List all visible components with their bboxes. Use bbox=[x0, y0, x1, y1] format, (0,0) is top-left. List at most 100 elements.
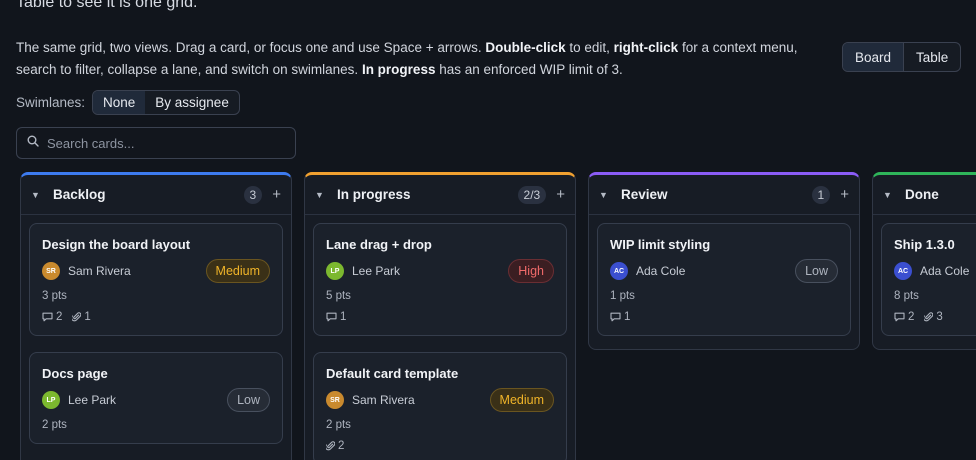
kanban-card[interactable]: Docs page LP Lee Park Low 2 pts bbox=[29, 352, 283, 444]
avatar: LP bbox=[42, 391, 60, 409]
attachment-icon bbox=[924, 312, 934, 322]
view-toggle: Board Table bbox=[842, 42, 962, 72]
avatar: AC bbox=[894, 262, 912, 280]
intro-text: to edit, bbox=[565, 40, 614, 55]
attachment-count: 3 bbox=[936, 311, 943, 323]
card-title: Design the board layout bbox=[42, 237, 191, 252]
lane-done[interactable]: ▼ Done Ship 1.3.0 AC Ada Cole 8 pts 2 3 bbox=[872, 172, 976, 350]
card-assignee-row: AC Ada Cole Low bbox=[610, 259, 838, 283]
card-points: 1 pts bbox=[610, 290, 635, 302]
lane-title: Backlog bbox=[53, 187, 106, 202]
card-assignee: Ada Cole bbox=[920, 264, 970, 278]
card-title: Default card template bbox=[326, 366, 459, 381]
search-box[interactable] bbox=[16, 127, 296, 159]
avatar: SR bbox=[42, 262, 60, 280]
card-points: 8 pts bbox=[894, 290, 919, 302]
kanban-card[interactable]: Default card template SR Sam Rivera Medium 2… bbox=[313, 352, 567, 460]
comment-count: 2 bbox=[908, 311, 915, 323]
collapse-chevron-icon[interactable]: ▼ bbox=[883, 190, 905, 200]
priority-badge: Low bbox=[227, 388, 270, 412]
lane-in-progress[interactable]: ▼ In progress 2/3 + Lane drag + drop LP Lee Pa… bbox=[304, 172, 576, 460]
comment-icon bbox=[894, 312, 905, 322]
card-assignee-row: SR Sam Rivera Medium bbox=[326, 388, 554, 412]
intro-text: The same grid, two views. Drag a card, o… bbox=[16, 40, 486, 55]
swimlanes-label: Swimlanes: bbox=[16, 95, 86, 110]
card-points: 3 pts bbox=[42, 290, 67, 302]
card-title: Docs page bbox=[42, 366, 108, 381]
lane-title: Review bbox=[621, 187, 668, 202]
attachment-icon bbox=[72, 312, 82, 322]
card-title: Ship 1.3.0 bbox=[894, 237, 955, 252]
comment-icon bbox=[42, 312, 53, 322]
swimlanes-by-assignee-button[interactable]: By assignee bbox=[145, 91, 239, 114]
priority-badge: High bbox=[508, 259, 554, 283]
priority-badge: Low bbox=[795, 259, 838, 283]
card-assignee: Sam Rivera bbox=[68, 264, 131, 278]
collapse-chevron-icon[interactable]: ▼ bbox=[315, 190, 337, 200]
intro-text: has an enforced WIP limit of 3. bbox=[435, 62, 623, 77]
lane-header: ▼ Backlog 3 + bbox=[21, 175, 291, 215]
card-title: Lane drag + drop bbox=[326, 237, 432, 252]
search-input[interactable] bbox=[47, 135, 277, 151]
kanban-card[interactable]: Lane drag + drop LP Lee Park High 5 pts 1 bbox=[313, 223, 567, 336]
lane-count-badge: 2/3 bbox=[517, 185, 547, 204]
comment-count: 2 bbox=[56, 311, 63, 323]
card-assignee-row: AC Ada Cole bbox=[894, 262, 976, 280]
swimlanes-toggle: None By assignee bbox=[92, 90, 240, 115]
comment-icon bbox=[610, 312, 621, 322]
card-assignee: Lee Park bbox=[68, 393, 117, 407]
card-assignee: Lee Park bbox=[352, 264, 401, 278]
lane-header: ▼ Review 1 + bbox=[589, 175, 859, 215]
lane-header: ▼ In progress 2/3 + bbox=[305, 175, 575, 215]
priority-badge: Medium bbox=[489, 388, 554, 412]
card-assignee: Sam Rivera bbox=[352, 393, 415, 407]
intro-bold-in-progress: In progress bbox=[361, 62, 436, 77]
kanban-card[interactable]: Design the board layout SR Sam Rivera Mediu… bbox=[29, 223, 283, 336]
card-assignee-row: SR Sam Rivera Medium bbox=[42, 259, 270, 283]
comment-count: 1 bbox=[340, 311, 347, 323]
intro-heading-tail: Table to see it is one grid. bbox=[16, 0, 198, 11]
lane-header: ▼ Done bbox=[873, 175, 976, 215]
card-points: 5 pts bbox=[326, 290, 351, 302]
intro-bold-right-click: right-click bbox=[613, 40, 679, 55]
card-assignee: Ada Cole bbox=[636, 264, 686, 278]
card-assignee-row: LP Lee Park High bbox=[326, 259, 554, 283]
attachment-count: 1 bbox=[84, 311, 91, 323]
card-meta: 2 bbox=[326, 440, 554, 452]
lane-title: Done bbox=[905, 187, 939, 202]
avatar: SR bbox=[326, 391, 344, 409]
card-points: 2 pts bbox=[326, 419, 351, 431]
card-points: 2 pts bbox=[42, 419, 67, 431]
card-assignee-row: LP Lee Park Low bbox=[42, 388, 270, 412]
avatar: LP bbox=[326, 262, 344, 280]
collapse-chevron-icon[interactable]: ▼ bbox=[31, 190, 53, 200]
collapse-chevron-icon[interactable]: ▼ bbox=[599, 190, 621, 200]
card-meta: 1 bbox=[326, 311, 554, 323]
lane-backlog[interactable]: ▼ Backlog 3 + Design the board layout SR Sam R… bbox=[20, 172, 292, 460]
lane-count-badge: 1 bbox=[811, 185, 831, 204]
view-table-button[interactable]: Table bbox=[904, 43, 960, 71]
card-meta: 21 bbox=[42, 311, 270, 323]
intro-paragraph: The same grid, two views. Drag a card, o… bbox=[16, 37, 828, 81]
card-meta: 23 bbox=[894, 311, 976, 323]
priority-badge: Medium bbox=[205, 259, 270, 283]
intro-bold-double-click: Double-click bbox=[485, 40, 566, 55]
kanban-card[interactable]: Ship 1.3.0 AC Ada Cole 8 pts 2 3 bbox=[881, 223, 976, 336]
lane-review[interactable]: ▼ Review 1 + WIP limit styling AC Ada Cole Low 1… bbox=[588, 172, 860, 350]
view-board-button[interactable]: Board bbox=[843, 43, 905, 71]
lane-count-badge: 3 bbox=[243, 185, 263, 204]
attachment-count: 2 bbox=[338, 440, 345, 452]
swimlanes-none-button[interactable]: None bbox=[93, 91, 146, 114]
add-card-button[interactable]: + bbox=[840, 186, 849, 203]
search-icon bbox=[27, 134, 39, 152]
add-card-button[interactable]: + bbox=[556, 186, 565, 203]
comment-count: 1 bbox=[624, 311, 631, 323]
comment-icon bbox=[326, 312, 337, 322]
attachment-icon bbox=[326, 441, 335, 451]
card-meta: 1 bbox=[610, 311, 838, 323]
avatar: AC bbox=[610, 262, 628, 280]
card-title: WIP limit styling bbox=[610, 237, 711, 252]
add-card-button[interactable]: + bbox=[272, 186, 281, 203]
lane-title: In progress bbox=[337, 187, 411, 202]
kanban-card[interactable]: WIP limit styling AC Ada Cole Low 1 pts 1 bbox=[597, 223, 851, 336]
